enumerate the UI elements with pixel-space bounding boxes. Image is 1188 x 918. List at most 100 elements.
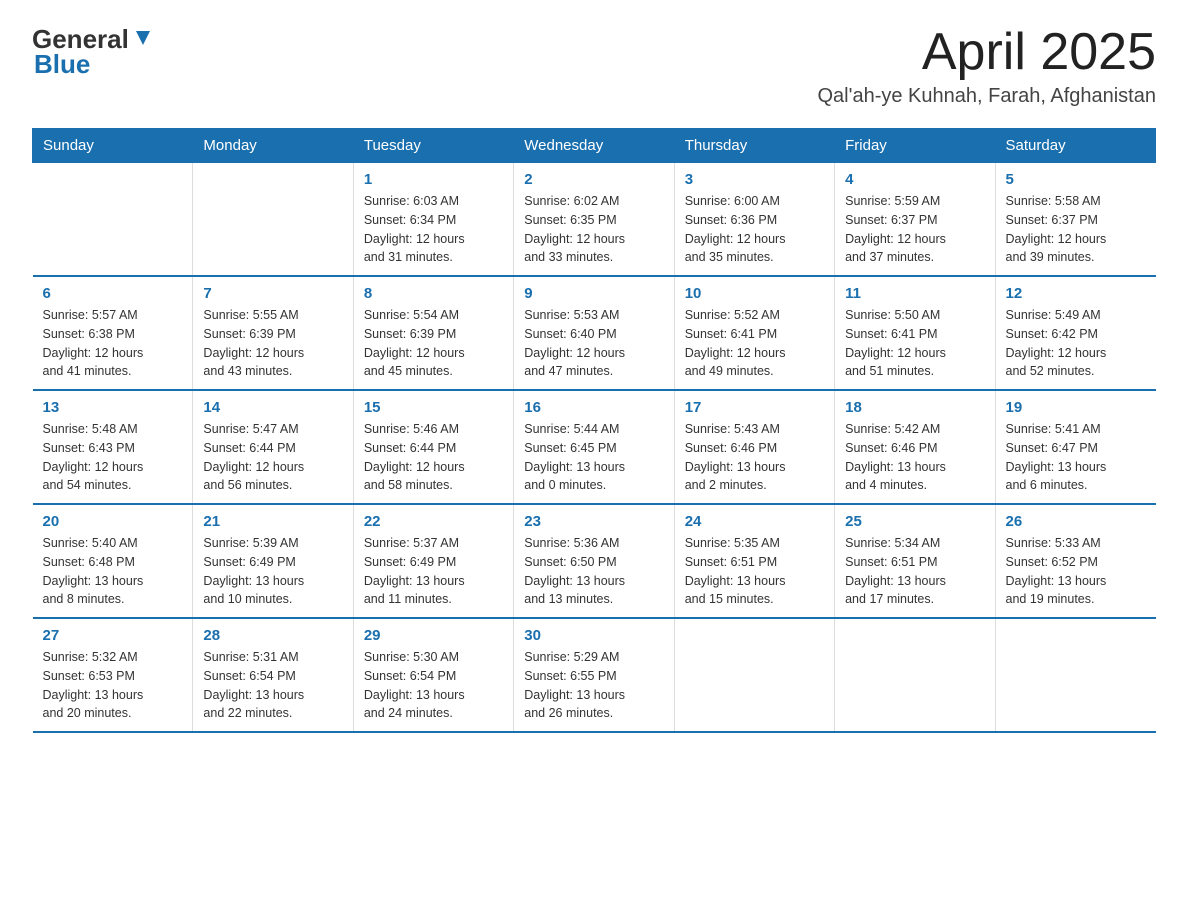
day-number: 21	[203, 513, 342, 530]
day-cell: 8 Sunrise: 5:54 AM Sunset: 6:39 PM Daylig…	[353, 276, 513, 390]
week-row-4: 20 Sunrise: 5:40 AM Sunset: 6:48 PM Dayli…	[33, 504, 1156, 618]
logo-blue-text: Blue	[34, 49, 90, 80]
day-info: Sunrise: 5:29 AM Sunset: 6:55 PM Dayligh…	[524, 648, 663, 723]
day-cell: 11 Sunrise: 5:50 AM Sunset: 6:41 PM Dayli…	[835, 276, 995, 390]
day-number: 14	[203, 399, 342, 416]
day-cell	[33, 163, 193, 277]
day-cell: 24 Sunrise: 5:35 AM Sunset: 6:51 PM Dayli…	[674, 504, 834, 618]
day-cell: 16Sunrise: 5:44 AM Sunset: 6:45 PM Dayli…	[514, 390, 674, 504]
calendar-table: SundayMondayTuesdayWednesdayThursdayFrid…	[32, 128, 1156, 733]
week-row-1: 1 Sunrise: 6:03 AM Sunset: 6:34 PM Daylig…	[33, 163, 1156, 277]
day-info: Sunrise: 6:02 AM Sunset: 6:35 PM Dayligh…	[524, 192, 663, 267]
day-number: 11	[845, 285, 984, 302]
day-number: 17	[685, 399, 824, 416]
day-cell: 3 Sunrise: 6:00 AM Sunset: 6:36 PM Daylig…	[674, 163, 834, 277]
logo: General Blue	[32, 24, 154, 80]
header-row: SundayMondayTuesdayWednesdayThursdayFrid…	[33, 129, 1156, 163]
day-cell: 21Sunrise: 5:39 AM Sunset: 6:49 PM Dayli…	[193, 504, 353, 618]
day-info: Sunrise: 6:00 AM Sunset: 6:36 PM Dayligh…	[685, 192, 824, 267]
day-cell: 30 Sunrise: 5:29 AM Sunset: 6:55 PM Dayli…	[514, 618, 674, 732]
day-info: Sunrise: 5:49 AM Sunset: 6:42 PM Dayligh…	[1006, 306, 1146, 381]
day-cell: 1 Sunrise: 6:03 AM Sunset: 6:34 PM Daylig…	[353, 163, 513, 277]
day-number: 29	[364, 627, 503, 644]
header-cell-sunday: Sunday	[33, 129, 193, 163]
header-cell-friday: Friday	[835, 129, 995, 163]
day-number: 6	[43, 285, 183, 302]
day-number: 8	[364, 285, 503, 302]
day-cell: 15Sunrise: 5:46 AM Sunset: 6:44 PM Dayli…	[353, 390, 513, 504]
day-info: Sunrise: 5:36 AM Sunset: 6:50 PM Dayligh…	[524, 534, 663, 609]
day-cell: 17 Sunrise: 5:43 AM Sunset: 6:46 PM Dayli…	[674, 390, 834, 504]
day-cell: 2Sunrise: 6:02 AM Sunset: 6:35 PM Daylig…	[514, 163, 674, 277]
day-info: Sunrise: 6:03 AM Sunset: 6:34 PM Dayligh…	[364, 192, 503, 267]
day-info: Sunrise: 5:46 AM Sunset: 6:44 PM Dayligh…	[364, 420, 503, 495]
day-cell: 29 Sunrise: 5:30 AM Sunset: 6:54 PM Dayli…	[353, 618, 513, 732]
day-info: Sunrise: 5:40 AM Sunset: 6:48 PM Dayligh…	[43, 534, 183, 609]
day-cell	[995, 618, 1155, 732]
day-info: Sunrise: 5:30 AM Sunset: 6:54 PM Dayligh…	[364, 648, 503, 723]
header-cell-thursday: Thursday	[674, 129, 834, 163]
day-info: Sunrise: 5:33 AM Sunset: 6:52 PM Dayligh…	[1006, 534, 1146, 609]
page-header: General Blue April 2025 Qal'ah-ye Kuhnah…	[32, 24, 1156, 108]
day-number: 23	[524, 513, 663, 530]
day-info: Sunrise: 5:37 AM Sunset: 6:49 PM Dayligh…	[364, 534, 503, 609]
day-number: 22	[364, 513, 503, 530]
day-cell: 14Sunrise: 5:47 AM Sunset: 6:44 PM Dayli…	[193, 390, 353, 504]
header-cell-monday: Monday	[193, 129, 353, 163]
day-cell: 10Sunrise: 5:52 AM Sunset: 6:41 PM Dayli…	[674, 276, 834, 390]
day-cell: 20 Sunrise: 5:40 AM Sunset: 6:48 PM Dayli…	[33, 504, 193, 618]
day-info: Sunrise: 5:32 AM Sunset: 6:53 PM Dayligh…	[43, 648, 183, 723]
day-info: Sunrise: 5:35 AM Sunset: 6:51 PM Dayligh…	[685, 534, 824, 609]
day-number: 16	[524, 399, 663, 416]
day-number: 19	[1006, 399, 1146, 416]
day-info: Sunrise: 5:42 AM Sunset: 6:46 PM Dayligh…	[845, 420, 984, 495]
day-cell: 22 Sunrise: 5:37 AM Sunset: 6:49 PM Dayli…	[353, 504, 513, 618]
day-number: 24	[685, 513, 824, 530]
header-cell-saturday: Saturday	[995, 129, 1155, 163]
day-cell: 25Sunrise: 5:34 AM Sunset: 6:51 PM Dayli…	[835, 504, 995, 618]
day-number: 13	[43, 399, 183, 416]
day-info: Sunrise: 5:31 AM Sunset: 6:54 PM Dayligh…	[203, 648, 342, 723]
week-row-3: 13 Sunrise: 5:48 AM Sunset: 6:43 PM Dayli…	[33, 390, 1156, 504]
day-cell: 7Sunrise: 5:55 AM Sunset: 6:39 PM Daylig…	[193, 276, 353, 390]
day-cell: 26Sunrise: 5:33 AM Sunset: 6:52 PM Dayli…	[995, 504, 1155, 618]
day-cell	[193, 163, 353, 277]
day-number: 30	[524, 627, 663, 644]
day-cell: 23 Sunrise: 5:36 AM Sunset: 6:50 PM Dayli…	[514, 504, 674, 618]
day-number: 5	[1006, 171, 1146, 188]
day-number: 7	[203, 285, 342, 302]
header-cell-tuesday: Tuesday	[353, 129, 513, 163]
day-cell: 18 Sunrise: 5:42 AM Sunset: 6:46 PM Dayli…	[835, 390, 995, 504]
day-number: 3	[685, 171, 824, 188]
week-row-2: 6 Sunrise: 5:57 AM Sunset: 6:38 PM Daylig…	[33, 276, 1156, 390]
day-cell: 13 Sunrise: 5:48 AM Sunset: 6:43 PM Dayli…	[33, 390, 193, 504]
day-info: Sunrise: 5:57 AM Sunset: 6:38 PM Dayligh…	[43, 306, 183, 381]
day-number: 9	[524, 285, 663, 302]
day-info: Sunrise: 5:41 AM Sunset: 6:47 PM Dayligh…	[1006, 420, 1146, 495]
day-number: 18	[845, 399, 984, 416]
day-cell: 28 Sunrise: 5:31 AM Sunset: 6:54 PM Dayli…	[193, 618, 353, 732]
logo-arrow-icon	[132, 27, 154, 49]
day-cell	[674, 618, 834, 732]
calendar-body: 1 Sunrise: 6:03 AM Sunset: 6:34 PM Daylig…	[33, 163, 1156, 733]
day-cell: 5 Sunrise: 5:58 AM Sunset: 6:37 PM Daylig…	[995, 163, 1155, 277]
day-number: 1	[364, 171, 503, 188]
day-info: Sunrise: 5:52 AM Sunset: 6:41 PM Dayligh…	[685, 306, 824, 381]
day-info: Sunrise: 5:43 AM Sunset: 6:46 PM Dayligh…	[685, 420, 824, 495]
day-number: 20	[43, 513, 183, 530]
day-number: 25	[845, 513, 984, 530]
day-cell	[835, 618, 995, 732]
day-number: 28	[203, 627, 342, 644]
day-info: Sunrise: 5:48 AM Sunset: 6:43 PM Dayligh…	[43, 420, 183, 495]
header-cell-wednesday: Wednesday	[514, 129, 674, 163]
week-row-5: 27 Sunrise: 5:32 AM Sunset: 6:53 PM Dayli…	[33, 618, 1156, 732]
day-info: Sunrise: 5:54 AM Sunset: 6:39 PM Dayligh…	[364, 306, 503, 381]
day-info: Sunrise: 5:59 AM Sunset: 6:37 PM Dayligh…	[845, 192, 984, 267]
day-info: Sunrise: 5:50 AM Sunset: 6:41 PM Dayligh…	[845, 306, 984, 381]
month-title: April 2025	[818, 24, 1157, 81]
day-number: 27	[43, 627, 183, 644]
day-info: Sunrise: 5:53 AM Sunset: 6:40 PM Dayligh…	[524, 306, 663, 381]
day-cell: 9 Sunrise: 5:53 AM Sunset: 6:40 PM Daylig…	[514, 276, 674, 390]
day-info: Sunrise: 5:58 AM Sunset: 6:37 PM Dayligh…	[1006, 192, 1146, 267]
calendar-header: SundayMondayTuesdayWednesdayThursdayFrid…	[33, 129, 1156, 163]
